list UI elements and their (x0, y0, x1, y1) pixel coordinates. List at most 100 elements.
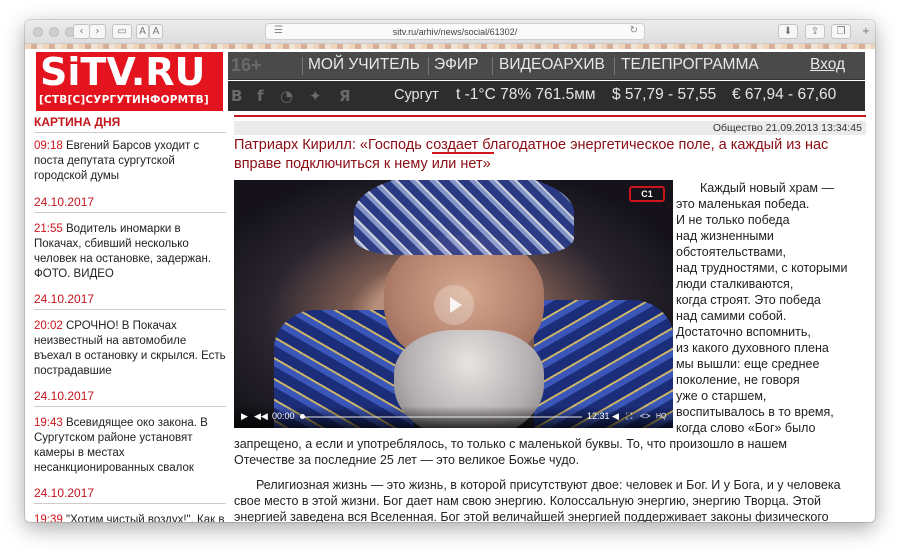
minimize-window-button[interactable] (49, 27, 59, 37)
sidebar-icon[interactable]: ▭ (112, 24, 132, 39)
news-text[interactable]: СРОЧНО! В Покачах неизвестный на автомоб… (34, 320, 226, 377)
list-item[interactable]: 20:02 СРОЧНО! В Покачах неизвестный на а… (34, 319, 226, 379)
text-smaller-icon[interactable]: A (136, 24, 149, 39)
news-time: 21:55 (34, 223, 63, 235)
window-controls (33, 27, 75, 37)
download-icon[interactable]: ⬇ (778, 24, 798, 39)
text-line: над трудностями, с которыми (676, 261, 848, 275)
play-icon[interactable] (434, 285, 474, 325)
text-line: уже о старшем, (676, 389, 767, 403)
logo-subtitle: [СТВ[С]СУРГУТИНФОРМТВ] (39, 94, 209, 106)
rss-icon[interactable]: ◔ (280, 87, 293, 105)
text-line: обстоятельствами, (676, 245, 786, 259)
fullscreen-icon[interactable]: ⛶ (626, 411, 632, 422)
url-text: sitv.ru/arhiv/news/social/61302/ (392, 26, 518, 37)
twitter-icon[interactable]: ✦ (309, 87, 322, 105)
browser-toolbar: ‹ › ▭ A A ⓘ ☰ sitv.ru/arhiv/news/social/… (25, 20, 875, 44)
sidebar-title: КАРТИНА ДНЯ (34, 115, 226, 133)
logo-title: SiTV.RU (40, 50, 206, 94)
video-player[interactable]: С1 ▶ ◀◀ 00:00 12:31 ◀ ⛶ <> HQ (234, 180, 673, 428)
nav-item-live[interactable]: ЭФИР (434, 56, 478, 74)
reload-icon[interactable]: ↻ (630, 25, 638, 36)
text-line: из какого духовного плена (676, 341, 829, 355)
video-controls: ▶ ◀◀ 00:00 12:31 ◀ ⛶ <> HQ (234, 406, 673, 428)
text-line: мы вышли: еще среднее (676, 357, 820, 371)
article-paragraph: запрещено, а если и употреблялось, то то… (234, 437, 787, 451)
weather-info: t -1°C 78% 761.5мм (456, 86, 596, 103)
news-text[interactable]: "Хотим чистый воздух!". Как в (66, 514, 224, 522)
quality-label[interactable]: HQ (656, 413, 667, 420)
share-video-icon[interactable]: <> (640, 411, 651, 421)
text-line: поколение, не говоря (676, 373, 800, 387)
text-line: когда строят. Это победа (676, 293, 821, 307)
article-paragraph: свое место в этой жизни. Бог дает нам св… (234, 494, 822, 508)
site-header: SiTV.RU [СТВ[С]СУРГУТИНФОРМТВ] 16+ МОЙ У… (25, 49, 875, 112)
nav-divider (302, 57, 303, 75)
article: Общество 21.09.2013 13:34:45 Патриарх Ки… (234, 115, 866, 522)
news-time: 19:43 (34, 417, 63, 429)
video-frame-detail (354, 180, 574, 255)
news-time: 19:39 (34, 514, 63, 522)
text-line: И не только победа (676, 213, 790, 227)
login-link[interactable]: Вход (810, 56, 845, 74)
volume-icon[interactable]: ◀ (612, 411, 619, 422)
text-line: над самими собой. (676, 309, 787, 323)
list-item[interactable]: 21:55 Водитель иномарки в Покачах, сбивш… (34, 222, 226, 282)
text-line: когда слово «Бог» было (676, 421, 816, 435)
article-meta: Общество 21.09.2013 13:34:45 (234, 121, 866, 135)
main-nav: 16+ МОЙ УЧИТЕЛЬ ЭФИР ВИДЕОАРХИВ ТЕЛЕПРОГ… (228, 52, 865, 80)
divider (234, 115, 866, 117)
current-time: 00:00 (272, 411, 295, 421)
seek-handle[interactable] (300, 414, 305, 419)
text-line: Достаточно вспомнить, (676, 325, 811, 339)
article-side-text: Каждый новый храм — это маленькая победа… (676, 180, 866, 436)
yandex-icon[interactable]: Я (339, 87, 351, 105)
news-time: 09:18 (34, 140, 63, 152)
seek-bar[interactable] (300, 416, 582, 418)
nav-item-teacher[interactable]: МОЙ УЧИТЕЛЬ (308, 56, 420, 74)
list-item[interactable]: 19:39 "Хотим чистый воздух!". Как в (34, 513, 226, 522)
text-line: воспитывалось в то время, (676, 405, 834, 419)
news-date: 24.10.2017 (34, 389, 226, 407)
eur-rate: € 67,94 - 67,60 (732, 86, 837, 103)
address-bar[interactable]: ☰ sitv.ru/arhiv/news/social/61302/ ↻ (265, 23, 645, 40)
text-line: люди сталкиваются, (676, 277, 794, 291)
total-time: 12:31 (587, 411, 610, 421)
nav-divider (492, 57, 493, 75)
news-date: 24.10.2017 (34, 486, 226, 504)
text-line: Каждый новый храм — (700, 181, 834, 195)
nav-divider (428, 57, 429, 75)
info-bar: B f ◔ ✦ Я Сургут t -1°C 78% 761.5мм $ 57… (228, 81, 865, 111)
share-icon[interactable]: ⇪ (805, 24, 825, 39)
article-paragraph: Отечестве за последние 25 лет — это вели… (234, 453, 580, 467)
facebook-icon[interactable]: f (257, 87, 264, 105)
back-icon[interactable]: ‹ (73, 24, 90, 39)
new-tab-icon[interactable]: + (859, 24, 873, 39)
tabs-icon[interactable]: ❐ (831, 24, 851, 39)
nav-item-tv-schedule[interactable]: ТЕЛЕПРОГРАММА (621, 56, 759, 74)
nav-divider (614, 57, 615, 75)
city-name: Сургут (394, 87, 439, 103)
play-button-icon[interactable]: ▶ (241, 411, 248, 422)
rewind-icon[interactable]: ◀◀ (254, 411, 268, 422)
forward-icon[interactable]: › (89, 24, 106, 39)
channel-logo: С1 (629, 186, 665, 202)
article-paragraph: Религиозная жизнь — это жизнь, в которой… (256, 478, 841, 492)
age-rating: 16+ (231, 55, 262, 75)
vk-icon[interactable]: B (231, 87, 242, 105)
list-item[interactable]: 09:18 Евгений Барсов уходит с поста депу… (34, 139, 226, 184)
article-title: Патриарх Кирилл: «Господь создает благод… (234, 137, 829, 172)
text-larger-icon[interactable]: A (149, 24, 163, 39)
nav-item-video-archive[interactable]: ВИДЕОАРХИВ (499, 56, 605, 74)
close-window-button[interactable] (33, 27, 43, 37)
reader-icon[interactable]: ☰ (274, 25, 283, 36)
site-logo[interactable]: SiTV.RU [СТВ[С]СУРГУТИНФОРМТВ] (36, 50, 223, 111)
news-date: 24.10.2017 (34, 195, 226, 213)
usd-rate: $ 57,79 - 57,55 (612, 86, 717, 103)
news-date: 24.10.2017 (34, 292, 226, 310)
list-item[interactable]: 19:43 Всевидящее око закона. В Сургутско… (34, 416, 226, 476)
title-highlight (432, 152, 494, 154)
day-picture-sidebar: КАРТИНА ДНЯ 09:18 Евгений Барсов уходит … (34, 115, 226, 522)
article-paragraph: энергией заведена вся Вселенная. Бог это… (234, 510, 829, 522)
browser-window: ‹ › ▭ A A ⓘ ☰ sitv.ru/arhiv/news/social/… (25, 20, 875, 522)
